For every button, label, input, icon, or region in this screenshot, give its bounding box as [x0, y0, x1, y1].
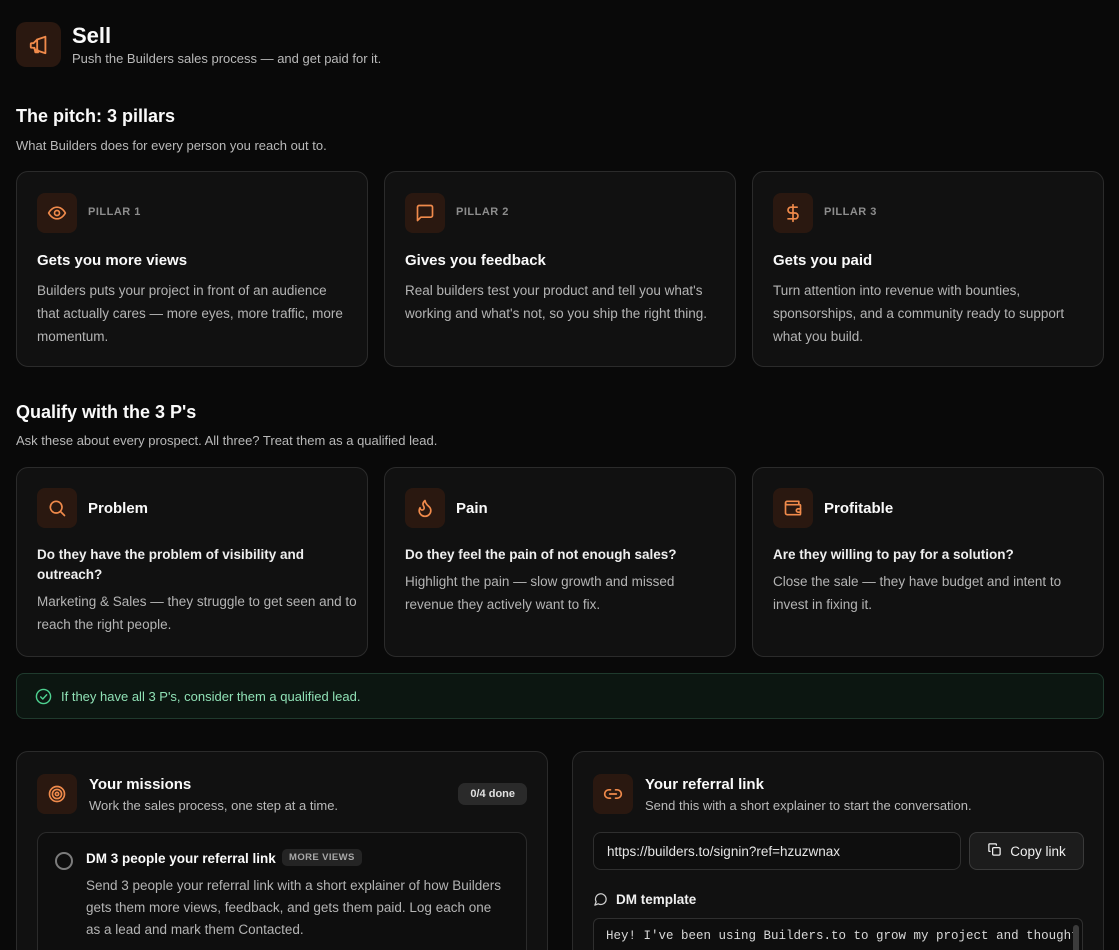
pillar-title: Gets you paid	[773, 252, 873, 269]
referral-link-input[interactable]	[593, 832, 961, 870]
missions-panel: Your missions Work the sales process, on…	[16, 751, 548, 950]
dm-template-textarea[interactable]: Hey! I've been using Builders.to to grow…	[593, 918, 1083, 950]
target-icon	[37, 774, 77, 814]
qualify-card-pain: Pain Do they feel the pain of not enough…	[384, 467, 736, 657]
qualified-lead-banner: If they have all 3 P's, consider them a …	[16, 673, 1104, 719]
megaphone-icon	[16, 22, 61, 67]
pitch-section-subtitle: What Builders does for every person you …	[16, 138, 327, 153]
search-icon	[37, 488, 77, 528]
qualify-description: Close the sale — they have budget and in…	[773, 574, 1062, 612]
copy-link-button[interactable]: Copy link	[969, 832, 1084, 870]
qualify-question: Are they willing to pay for a solution?	[773, 547, 1014, 562]
qualified-lead-text: If they have all 3 P's, consider them a …	[61, 688, 361, 704]
wallet-icon	[773, 488, 813, 528]
missions-subtitle: Work the sales process, one step at a ti…	[89, 798, 339, 813]
pillar-description: Turn attention into revenue with bountie…	[773, 283, 1065, 344]
qualify-title: Problem	[88, 500, 149, 517]
page-header: Sell Push the Builders sales process — a…	[16, 22, 381, 67]
pillar-card-paid: PILLAR 3 Gets you paid Turn attention in…	[752, 171, 1104, 367]
pitch-section-title: The pitch: 3 pillars	[16, 106, 176, 126]
pillar-title: Gives you feedback	[405, 252, 546, 269]
eye-icon	[37, 193, 77, 233]
message-circle-icon	[593, 892, 616, 907]
dm-template-label: DM template	[593, 892, 696, 907]
pillar-description: Real builders test your product and tell…	[405, 283, 708, 321]
missions-progress-badge: 0/4 done	[458, 783, 527, 805]
qualify-section-title: Qualify with the 3 P's	[16, 402, 197, 422]
mission-tag: MORE VIEWS	[282, 849, 362, 866]
qualify-title: Profitable	[824, 500, 894, 517]
missions-title: Your missions	[89, 776, 192, 793]
pillar-label: PILLAR 2	[456, 206, 509, 218]
qualify-card-profitable: Profitable Are they willing to pay for a…	[752, 467, 1104, 657]
copy-icon	[987, 842, 1010, 860]
mission-checkbox[interactable]	[55, 852, 73, 870]
flame-icon	[405, 488, 445, 528]
pillar-description: Builders puts your project in front of a…	[37, 283, 343, 344]
pillar-label: PILLAR 1	[88, 206, 141, 218]
pillar-label: PILLAR 3	[824, 206, 877, 218]
dm-template-text: DM template	[616, 892, 697, 907]
qualify-card-problem: Problem Do they have the problem of visi…	[16, 467, 368, 657]
copy-link-label: Copy link	[1010, 843, 1066, 859]
link-icon	[593, 774, 633, 814]
message-square-icon	[405, 193, 445, 233]
referral-title: Your referral link	[645, 776, 764, 793]
qualify-description: Marketing & Sales — they struggle to get…	[37, 594, 357, 632]
dm-template-content: Hey! I've been using Builders.to to grow…	[606, 929, 1079, 943]
mission-item[interactable]: DM 3 people your referral link MORE VIEW…	[37, 832, 527, 950]
pillar-card-views: PILLAR 1 Gets you more views Builders pu…	[16, 171, 368, 367]
mission-description: Send 3 people your referral link with a …	[86, 878, 501, 937]
referral-panel: Your referral link Send this with a shor…	[572, 751, 1104, 950]
mission-title: DM 3 people your referral link	[86, 851, 276, 866]
pillar-title: Gets you more views	[37, 252, 188, 269]
check-circle-icon	[35, 688, 52, 705]
qualify-section-subtitle: Ask these about every prospect. All thre…	[16, 433, 438, 448]
qualify-question: Do they feel the pain of not enough sale…	[405, 547, 677, 562]
pillar-card-feedback: PILLAR 2 Gives you feedback Real builder…	[384, 171, 736, 367]
qualify-description: Highlight the pain — slow growth and mis…	[405, 574, 675, 612]
page-subtitle: Push the Builders sales process — and ge…	[72, 51, 382, 66]
dollar-icon	[773, 193, 813, 233]
page-title: Sell	[72, 23, 112, 48]
qualify-question: Do they have the problem of visibility a…	[37, 547, 305, 582]
qualify-title: Pain	[456, 500, 488, 517]
referral-subtitle: Send this with a short explainer to star…	[645, 798, 972, 813]
dm-template-scrollbar[interactable]	[1073, 925, 1079, 950]
